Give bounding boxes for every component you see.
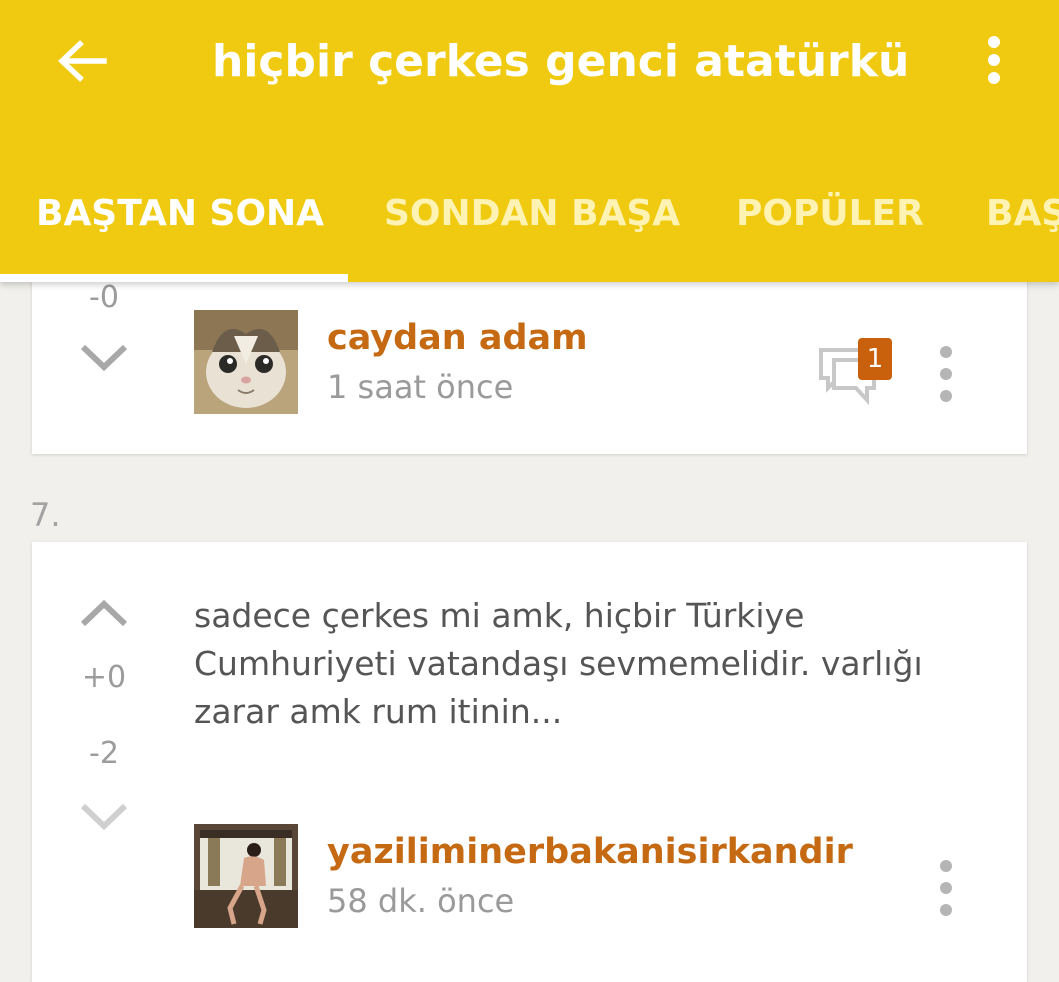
tab-bas[interactable]: BAŞ: [986, 170, 1059, 276]
page-title: hiçbir çerkes genci atatürkü...: [212, 36, 912, 87]
person-avatar-image: [194, 824, 298, 928]
entry-card: +0 -2 sadece çerkes mi amk, hiçbir Türki…: [32, 542, 1027, 982]
more-vert-icon[interactable]: [934, 856, 958, 926]
username[interactable]: yaziliminerbakanisirkandir: [327, 832, 853, 872]
tab-sondan-basa[interactable]: SONDAN BAŞA: [384, 170, 680, 276]
username[interactable]: caydan adam: [327, 318, 588, 358]
arrow-back-icon: [57, 40, 107, 82]
cat-avatar-image: [194, 310, 298, 414]
more-vert-icon: [988, 36, 1000, 84]
tab-bar: BAŞTAN SONA SONDAN BAŞA POPÜLER BAŞ: [0, 170, 1059, 282]
chevron-down-icon[interactable]: [79, 802, 129, 832]
avatar[interactable]: [194, 310, 298, 414]
timestamp[interactable]: 1 saat önce: [327, 368, 513, 406]
comments-button[interactable]: 1: [818, 338, 898, 406]
chevron-up-icon[interactable]: [79, 598, 129, 628]
more-vert-icon[interactable]: [934, 342, 958, 412]
active-tab-indicator: [0, 274, 348, 282]
tab-bastan-sona[interactable]: BAŞTAN SONA: [36, 170, 324, 276]
app-bar: hiçbir çerkes genci atatürkü... BAŞTAN S…: [0, 0, 1059, 282]
chevron-down-icon[interactable]: [79, 343, 129, 373]
up-vote-count: +0: [81, 660, 127, 695]
back-button[interactable]: [50, 30, 114, 94]
entry-number: 7.: [30, 496, 61, 534]
overflow-menu-button[interactable]: [970, 30, 1018, 94]
timestamp[interactable]: 58 dk. önce: [327, 882, 514, 920]
tab-populer[interactable]: POPÜLER: [736, 170, 924, 276]
down-vote-count: -2: [89, 736, 119, 771]
comment-count-badge: 1: [858, 338, 892, 380]
entry-text[interactable]: sadece çerkes mi amk, hiçbir Türkiye Cum…: [194, 592, 1004, 736]
avatar[interactable]: [194, 824, 298, 928]
down-vote-count: -0: [89, 280, 119, 315]
